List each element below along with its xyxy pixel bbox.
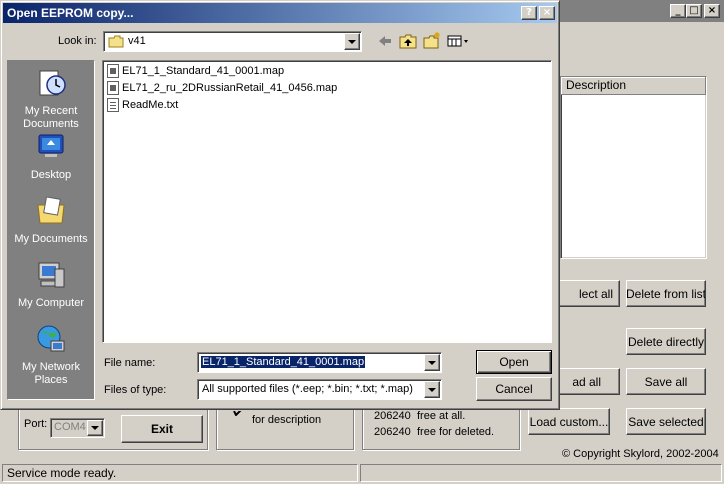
files-of-type-value: All supported files (*.eep; *.bin; *.txt… [202, 383, 413, 395]
chevron-down-icon [428, 387, 436, 392]
port-label: Port: [24, 418, 48, 430]
minimize-button[interactable]: _ [670, 4, 686, 18]
place-my-computer[interactable]: My Computer [8, 259, 94, 310]
place-recent-documents[interactable]: My Recent Documents [8, 67, 94, 131]
file-name-input[interactable]: EL71_1_Standard_41_0001.map [197, 352, 442, 373]
chevron-down-icon [91, 426, 99, 430]
load-custom-button[interactable]: Load custom... [528, 408, 610, 435]
files-of-type-dropdown-arrow[interactable] [424, 381, 440, 398]
map-file-icon [107, 64, 119, 78]
file-name: EL71_2_ru_2DRussianRetail_41_0456.map [122, 82, 338, 94]
place-label: My Documents [14, 233, 88, 245]
dialog-titlebar: Open EEPROM copy... ? × [3, 3, 557, 23]
chevron-down-icon [348, 39, 356, 44]
look-in-label: Look in: [58, 35, 97, 47]
text-file-icon [107, 98, 119, 112]
look-in-dropdown-arrow[interactable] [344, 33, 360, 50]
eeprom-list[interactable]: Description [560, 76, 707, 259]
network-places-icon [37, 325, 65, 352]
save-all-button[interactable]: Save all [626, 368, 706, 395]
look-in-value: v41 [128, 35, 146, 47]
port-dropdown-arrow[interactable] [87, 420, 103, 436]
checkmark-icon [233, 408, 243, 416]
free-at-all-value: 206240 [374, 410, 411, 422]
up-folder-icon[interactable] [399, 33, 417, 49]
description-column-header[interactable]: Description [561, 77, 706, 94]
file-name: ReadMe.txt [122, 99, 179, 111]
port-value: COM4 [54, 421, 86, 433]
back-arrow-icon[interactable] [377, 34, 393, 48]
delete-directly-button[interactable]: Delete directly [626, 328, 706, 355]
files-of-type-select[interactable]: All supported files (*.eep; *.bin; *.txt… [197, 379, 442, 400]
desktop-icon [38, 134, 64, 157]
chevron-down-icon [428, 360, 436, 365]
maximize-button[interactable]: □ [686, 4, 702, 18]
list-item[interactable]: EL71_1_Standard_41_0001.map [107, 63, 284, 79]
files-of-type-label: Files of type: [104, 384, 167, 396]
recent-documents-icon [39, 70, 66, 96]
new-folder-icon[interactable] [423, 32, 441, 49]
main-close-button[interactable]: × [704, 4, 720, 18]
file-name-dropdown-arrow[interactable] [424, 354, 440, 371]
place-label: My Network Places [21, 361, 81, 386]
file-name-value: EL71_1_Standard_41_0001.map [201, 356, 366, 368]
port-select[interactable]: COM4 [50, 418, 105, 438]
place-label: My Computer [17, 297, 85, 309]
open-eeprom-dialog: Open EEPROM copy... ? × Look in: v41 My … [0, 0, 560, 410]
place-label: My Recent Documents [23, 105, 79, 130]
view-menu-icon[interactable] [447, 35, 471, 47]
my-documents-icon [37, 196, 65, 224]
description-checkbox-label: for description [252, 414, 322, 426]
list-header: Description [561, 77, 706, 95]
place-desktop[interactable]: Desktop [8, 131, 94, 182]
help-button[interactable]: ? [521, 6, 537, 20]
free-deleted-label: free for deleted. [417, 426, 495, 438]
folder-icon [108, 35, 124, 48]
place-my-documents[interactable]: My Documents [8, 195, 94, 246]
file-list[interactable]: EL71_1_Standard_41_0001.map EL71_2_ru_2D… [102, 60, 552, 343]
free-at-all-label: free at all. [417, 410, 466, 422]
place-label: Desktop [30, 169, 72, 181]
status-pane-secondary [360, 464, 722, 482]
map-file-icon [107, 81, 119, 95]
delete-from-list-button[interactable]: Delete from list [626, 280, 706, 307]
cancel-button[interactable]: Cancel [476, 377, 552, 401]
my-computer-icon [38, 262, 65, 288]
open-button[interactable]: Open [476, 350, 552, 374]
places-bar: My Recent Documents Desktop My Documents [7, 60, 95, 400]
dialog-close-button[interactable]: × [539, 6, 555, 20]
place-network[interactable]: My Network Places [8, 323, 94, 387]
status-bar: Service mode ready. [0, 462, 724, 484]
exit-button[interactable]: Exit [121, 415, 203, 443]
save-selected-button[interactable]: Save selected [626, 408, 706, 435]
status-text: Service mode ready. [2, 464, 358, 482]
list-item[interactable]: ReadMe.txt [107, 97, 178, 113]
free-deleted-value: 206240 [374, 426, 411, 438]
copyright-text: © Copyright Skylord, 2002-2004 [562, 448, 719, 460]
list-item[interactable]: EL71_2_ru_2DRussianRetail_41_0456.map [107, 80, 337, 96]
look-in-select[interactable]: v41 [103, 31, 362, 52]
file-name: EL71_1_Standard_41_0001.map [122, 65, 285, 77]
file-name-label: File name: [104, 357, 156, 369]
dialog-title: Open EEPROM copy... [7, 6, 134, 20]
